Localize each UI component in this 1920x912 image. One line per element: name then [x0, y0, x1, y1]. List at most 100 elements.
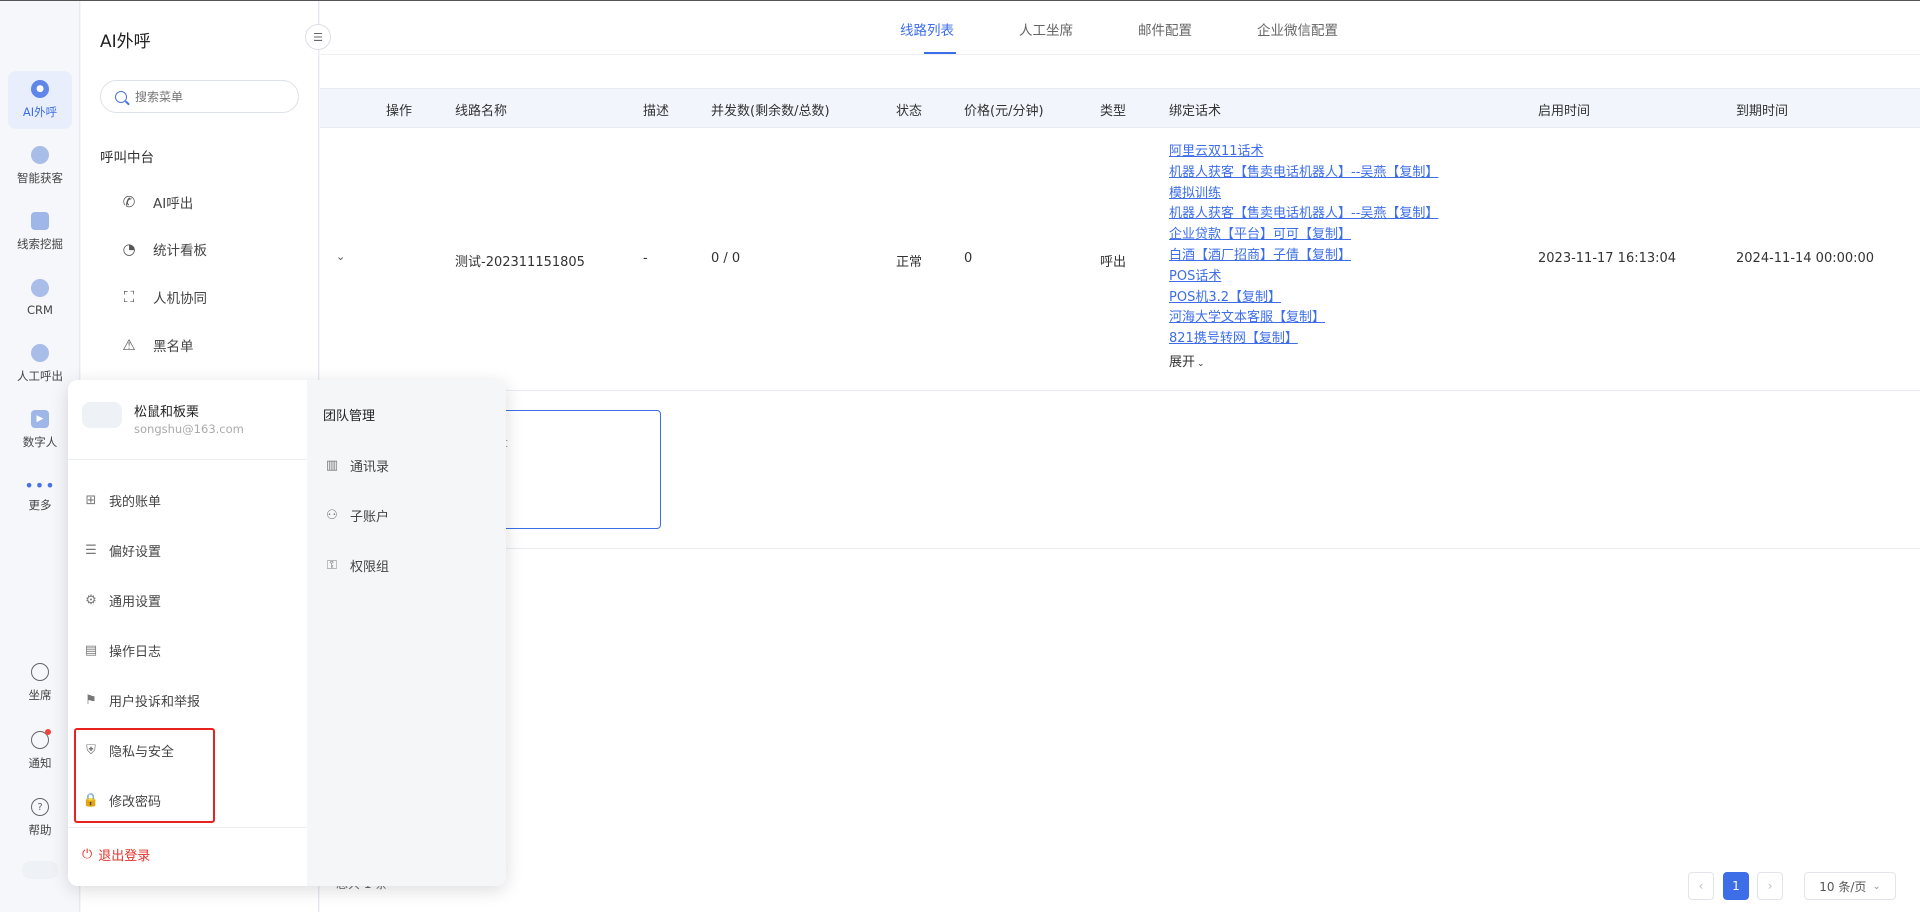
- crm-icon: [31, 279, 49, 297]
- line-price: 0: [964, 251, 973, 266]
- headset-icon: [31, 663, 49, 681]
- team-title: 团队管理: [323, 409, 376, 424]
- col-header: 并发数(剩余数/总数): [711, 104, 830, 119]
- tab-mail-config[interactable]: 邮件配置: [1138, 19, 1192, 39]
- popover-item-label: 偏好设置: [109, 544, 162, 560]
- table-row: ⌄ 测试-202311151805 - 0 / 0 正常 0 呼出 阿里云双11…: [320, 128, 1920, 391]
- menu-operation-log[interactable]: ▤ 操作日志: [82, 636, 161, 664]
- notification-dot: [45, 729, 51, 735]
- rail-label: CRM: [27, 303, 53, 317]
- rail-item-clue-mining[interactable]: 线索挖掘: [8, 203, 72, 261]
- user-popover: 松鼠和板栗 songshu@163.com ⊞ 我的账单 ☰ 偏好设置 ⚙ 通用…: [68, 380, 506, 886]
- rail-item-crm[interactable]: CRM: [8, 269, 72, 327]
- chevron-down-icon: ⌄: [1197, 358, 1205, 369]
- rail-item-help[interactable]: ? 帮助: [8, 789, 72, 847]
- highlight-annotation-box: [74, 728, 215, 823]
- menu-preferences[interactable]: ☰ 偏好设置: [82, 536, 161, 564]
- logout-button[interactable]: ⏻ 退出登录: [82, 845, 150, 864]
- script-link[interactable]: 机器人获客【售卖电话机器人】--吴燕【复制】: [1169, 204, 1438, 225]
- bill-icon: ⊞: [85, 492, 97, 508]
- sliders-icon: ☰: [85, 542, 97, 558]
- rail-item-seat[interactable]: 坐席: [8, 654, 72, 712]
- menu-general-settings[interactable]: ⚙ 通用设置: [82, 586, 161, 614]
- expand-label: 展开: [1169, 354, 1196, 370]
- col-header: 启用时间: [1538, 104, 1591, 119]
- menu-my-bills[interactable]: ⊞ 我的账单: [82, 486, 161, 514]
- avatar[interactable]: [22, 861, 58, 879]
- row-expand-chevron-icon[interactable]: ⌄: [336, 250, 345, 263]
- user-key-icon: ⚿: [327, 557, 337, 573]
- rail-item-manual-call[interactable]: 人工呼出: [8, 335, 72, 393]
- rail-item-more[interactable]: ••• 更多: [8, 467, 72, 525]
- rail-label: 人工呼出: [17, 369, 63, 383]
- menu-item-ai-call[interactable]: ✆ AI呼出: [119, 187, 194, 217]
- col-header: 绑定话术: [1169, 104, 1222, 119]
- menu-item-collab[interactable]: ⛶ 人机协同: [119, 282, 207, 312]
- script-link[interactable]: POS话术: [1169, 267, 1438, 288]
- tab-bar: 线路列表 人工坐席 邮件配置 企业微信配置: [320, 1, 1920, 55]
- team-sub-accounts[interactable]: ⚇ 子账户: [323, 501, 389, 529]
- popover-item-label: 通用设置: [109, 594, 162, 610]
- start-time: 2023-11-17 16:13:04: [1538, 251, 1677, 266]
- next-page-button[interactable]: ›: [1757, 872, 1783, 900]
- team-permission-groups[interactable]: ⚿ 权限组: [323, 551, 389, 579]
- phone-icon: ✆: [122, 193, 136, 211]
- script-link[interactable]: 白酒【酒厂招商】子倩【复制】: [1169, 246, 1438, 267]
- rail-label: AI外呼: [22, 105, 58, 119]
- tab-wecom-config[interactable]: 企业微信配置: [1257, 19, 1338, 39]
- team-item-label: 权限组: [350, 559, 390, 575]
- team-contacts[interactable]: ▥ 通讯录: [323, 451, 389, 479]
- col-header: 类型: [1100, 104, 1127, 119]
- tab-line-list[interactable]: 线路列表: [900, 19, 954, 39]
- user-name: 松鼠和板栗: [134, 405, 200, 420]
- script-link[interactable]: 821携号转网【复制】: [1169, 329, 1438, 350]
- tab-manual-seat[interactable]: 人工坐席: [1019, 19, 1073, 39]
- rail-item-digital-human[interactable]: ▶ 数字人: [8, 401, 72, 459]
- menu-item-label: 统计看板: [153, 243, 207, 259]
- chevron-down-icon: ⌄: [1872, 880, 1881, 892]
- col-header: 到期时间: [1736, 104, 1789, 119]
- main-content: 线路列表 人工坐席 邮件配置 企业微信配置 操作 线路名称 描述 并发数(剩余数…: [320, 1, 1920, 912]
- avatar: [82, 402, 122, 428]
- end-time: 2024-11-14 00:00:00: [1736, 251, 1875, 266]
- rail-item-lead-gen[interactable]: 智能获客: [8, 137, 72, 195]
- script-link[interactable]: 模拟训练: [1169, 184, 1438, 205]
- target-icon: [31, 146, 49, 164]
- menu-section-title: 呼叫中台: [100, 150, 154, 166]
- menu-search[interactable]: [100, 80, 299, 113]
- contacts-icon: ▥: [325, 457, 339, 473]
- search-input[interactable]: [135, 89, 285, 104]
- script-link[interactable]: POS机3.2【复制】: [1169, 288, 1438, 309]
- menu-item-blacklist[interactable]: ⚠ 黑名单: [119, 330, 193, 360]
- rail-item-notify[interactable]: 通知: [8, 722, 72, 780]
- tab-active-indicator: [924, 52, 956, 54]
- chevron-right-icon: ›: [1767, 879, 1773, 893]
- script-link[interactable]: 机器人获客【售卖电话机器人】--吴燕【复制】: [1169, 163, 1438, 184]
- page-number-button[interactable]: 1: [1723, 872, 1749, 900]
- script-link[interactable]: 企业贷款【平台】可可【复制】: [1169, 225, 1438, 246]
- user-email: songshu@163.com: [134, 422, 244, 436]
- col-header: 操作: [386, 104, 413, 119]
- rail-item-ai-outbound[interactable]: ● AI外呼: [8, 71, 72, 129]
- line-type: 呼出: [1100, 255, 1127, 270]
- table-header: 操作 线路名称 描述 并发数(剩余数/总数) 状态 价格(元/分钟) 类型 绑定…: [320, 88, 1920, 128]
- menu-complaints[interactable]: ⚑ 用户投诉和举报: [82, 686, 200, 714]
- team-item-label: 子账户: [350, 509, 390, 525]
- scan-face-icon: ⛶: [123, 288, 135, 306]
- rail-label: 智能获客: [17, 171, 63, 185]
- expand-scripts-button[interactable]: 展开 ⌄: [1169, 351, 1438, 370]
- prev-page-button[interactable]: ‹: [1688, 872, 1714, 900]
- script-link[interactable]: 河海大学文本客服【复制】: [1169, 308, 1438, 329]
- power-icon: ⏻: [82, 847, 93, 862]
- menu-title: AI外呼: [100, 32, 151, 52]
- page-size-select[interactable]: 10 条/页 ⌄: [1804, 872, 1896, 900]
- warning-icon: ⚠: [122, 336, 136, 354]
- collapse-menu-button[interactable]: ☰: [305, 24, 331, 50]
- script-link[interactable]: 阿里云双11话术: [1169, 142, 1438, 163]
- divider: [68, 459, 307, 460]
- expanded-detail-box[interactable]: [490, 410, 661, 529]
- phone-robot-icon: ●: [31, 80, 49, 98]
- search-icon: [115, 90, 127, 103]
- divider: [68, 827, 307, 828]
- menu-item-dashboard[interactable]: ◔ 统计看板: [119, 234, 207, 264]
